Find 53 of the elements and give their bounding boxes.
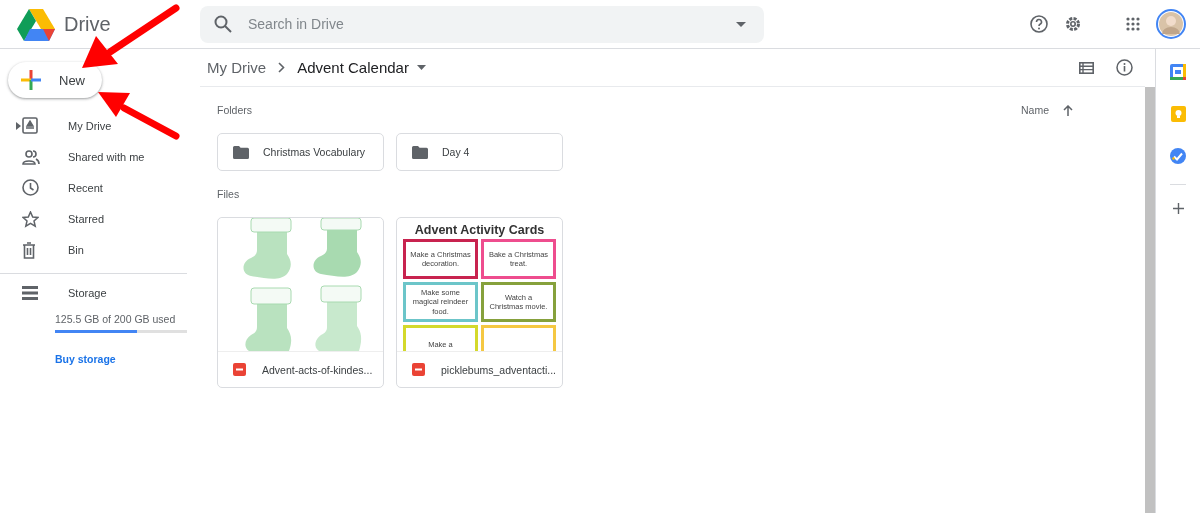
- info-icon[interactable]: [1116, 59, 1133, 76]
- sidebar-item[interactable]: Shared with me: [0, 141, 200, 173]
- sort-label[interactable]: Name: [1021, 104, 1049, 116]
- help-icon[interactable]: [1030, 15, 1048, 33]
- people-icon: [22, 148, 40, 165]
- tasks-icon[interactable]: [1170, 148, 1186, 164]
- sidebar-item[interactable]: My Drive: [0, 110, 200, 142]
- new-button[interactable]: New: [8, 62, 102, 98]
- scrollbar[interactable]: [1145, 87, 1155, 513]
- folder-name: Day 4: [442, 146, 470, 158]
- calendar-icon[interactable]: [1170, 64, 1186, 80]
- search-bar[interactable]: Search in Drive: [200, 5, 764, 43]
- settings-icon[interactable]: [1064, 15, 1082, 33]
- folder-card[interactable]: Day 4: [396, 133, 563, 171]
- breadcrumb-item[interactable]: Advent Calendar: [297, 59, 409, 76]
- pdf-icon: [233, 363, 246, 376]
- file-name: Advent-acts-of-kindes...: [262, 363, 373, 376]
- clock-icon: [22, 179, 39, 197]
- drive-logo-icon: [16, 7, 56, 41]
- section-heading: Folders: [217, 104, 252, 116]
- dropdown-caret-icon[interactable]: [736, 21, 746, 27]
- folder-name: Christmas Vocabulary: [263, 146, 366, 158]
- star-icon: [22, 210, 39, 228]
- apps-grid-icon[interactable]: [1126, 17, 1140, 31]
- search-icon: [214, 15, 232, 33]
- search-field[interactable]: Search in Drive: [246, 15, 722, 33]
- list-view-icon[interactable]: [1079, 61, 1094, 74]
- section-heading: Files: [217, 187, 241, 202]
- storage-icon: [22, 286, 38, 301]
- storage-usage: 125.5 GB of 200 GB used: [55, 312, 177, 325]
- avatar[interactable]: [1156, 9, 1186, 39]
- sidebar-item[interactable]: Recent: [0, 172, 200, 204]
- pdf-icon: [412, 363, 425, 376]
- file-card[interactable]: Advent-acts-of-kindes...: [217, 217, 384, 388]
- sort-arrow-icon[interactable]: [1063, 104, 1073, 116]
- folder-icon: [412, 145, 428, 159]
- sidebar-item[interactable]: Bin: [0, 234, 200, 266]
- buy-storage-link[interactable]: Buy storage: [55, 352, 116, 365]
- folder-icon: [233, 145, 249, 159]
- drive-icon: [22, 117, 38, 135]
- plus-icon: [21, 70, 41, 90]
- bin-icon: [22, 241, 36, 259]
- folder-card[interactable]: Christmas Vocabulary: [217, 133, 384, 171]
- add-icon[interactable]: [1172, 203, 1184, 214]
- expand-arrow-icon[interactable]: [16, 121, 21, 130]
- storage-label: Storage: [68, 287, 108, 300]
- chevron-icon: [278, 62, 286, 73]
- caret-icon[interactable]: [416, 65, 426, 70]
- file-name: picklebums_adventacti...: [441, 363, 556, 376]
- app-name: Drive: [64, 12, 111, 36]
- document-title: Advent Activity Cards: [414, 223, 545, 237]
- sidebar-item[interactable]: Starred: [0, 203, 200, 235]
- breadcrumb-item[interactable]: My Drive: [207, 59, 267, 76]
